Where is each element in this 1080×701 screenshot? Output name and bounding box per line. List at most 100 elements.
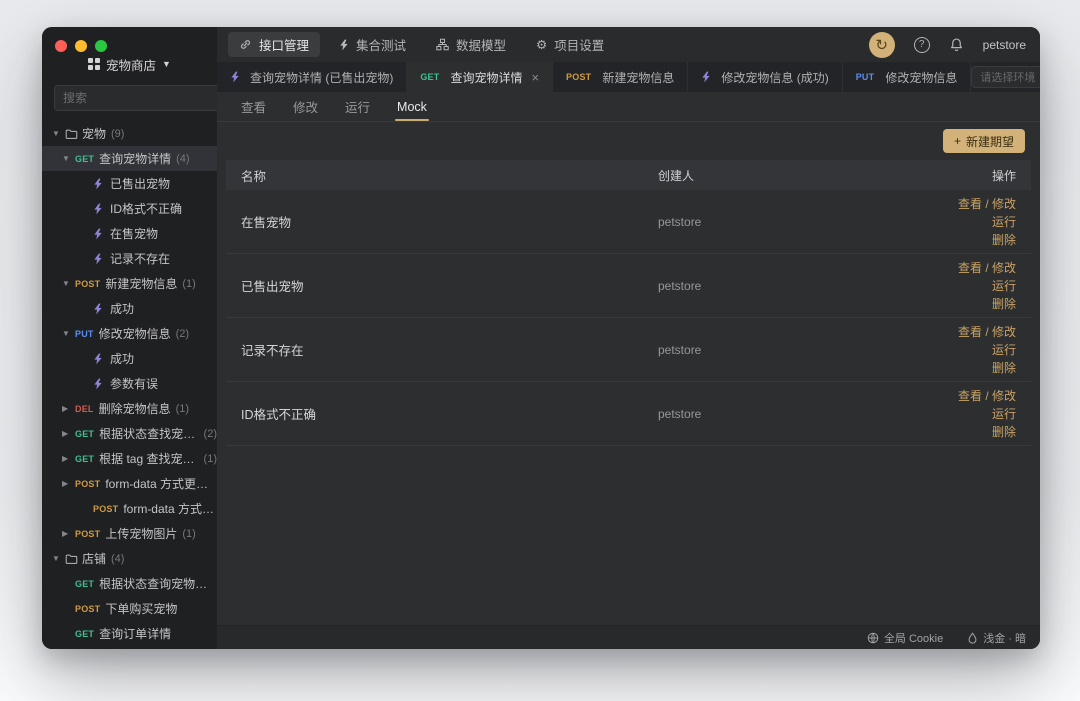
delete-link[interactable]: 删除	[992, 359, 1016, 377]
run-link[interactable]: 运行	[992, 405, 1016, 423]
delete-link[interactable]: 删除	[992, 423, 1016, 441]
tree-item[interactable]: 成功	[42, 346, 217, 371]
tree-item-label: 店铺	[82, 550, 106, 567]
tree-item-label: 查询订单详情	[99, 625, 171, 642]
nav-item-gear[interactable]: ⚙项目设置	[525, 32, 615, 57]
subtab-运行[interactable]: 运行	[345, 92, 370, 121]
environment-placeholder: 请选择环境	[980, 69, 1035, 85]
tree-item[interactable]: GET根据状态查询宠物库存数	[42, 571, 217, 596]
row-actions: 查看 / 修改运行删除	[886, 323, 1016, 377]
close-window-button[interactable]	[55, 40, 67, 52]
tree-item[interactable]: ▼宠物(9)	[42, 121, 217, 146]
tab-查询宠物详情[interactable]: GET查询宠物详情×	[407, 62, 553, 92]
tree-item-label: form-data 方式更新宠物信息	[123, 500, 217, 517]
tree-item[interactable]: 成功	[42, 296, 217, 321]
caret-down-icon: ▼	[162, 59, 171, 69]
lightning-icon	[93, 378, 110, 390]
tab-查询宠物详情 (已售出宠物)[interactable]: 查询宠物详情 (已售出宠物)	[217, 62, 407, 92]
nav-item-link[interactable]: 接口管理	[228, 32, 320, 57]
delete-link[interactable]: 删除	[992, 231, 1016, 249]
tree-item[interactable]: 已售出宠物	[42, 171, 217, 196]
project-name: 宠物商店	[106, 55, 156, 74]
tree-item[interactable]: ID格式不正确	[42, 196, 217, 221]
close-icon[interactable]: ×	[531, 70, 539, 85]
method-tag: GET	[75, 454, 94, 464]
expand-arrow-icon[interactable]: ▶	[62, 529, 75, 538]
tree-item[interactable]: POST下单购买宠物	[42, 596, 217, 621]
tab-label: 修改宠物信息	[885, 69, 957, 86]
nav-item-label: 集合测试	[356, 35, 406, 54]
tree-item-count: (1)	[204, 453, 217, 465]
project-switcher[interactable]: 宠物商店 ▼	[42, 52, 217, 76]
run-link[interactable]: 运行	[992, 277, 1016, 295]
tab-修改宠物信息 (成功)[interactable]: 修改宠物信息 (成功)	[688, 62, 842, 92]
help-button[interactable]: ?	[914, 37, 930, 53]
nav-item-label: 数据模型	[456, 35, 506, 54]
tree-item[interactable]: ▼店铺(4)	[42, 546, 217, 571]
tree-item[interactable]: ▶DEL删除宠物信息(1)	[42, 396, 217, 421]
expand-arrow-icon[interactable]: ▶	[62, 454, 75, 463]
view-edit-link[interactable]: 查看 / 修改	[958, 195, 1016, 213]
notifications-button[interactable]	[949, 37, 964, 52]
expand-arrow-icon[interactable]: ▼	[52, 129, 65, 138]
tab-新建宠物信息[interactable]: POST新建宠物信息	[553, 62, 688, 92]
plus-icon: +	[954, 134, 961, 148]
tree-item[interactable]: POSTform-data 方式更新宠物信息	[42, 496, 217, 521]
tree-item[interactable]: ▶POST上传宠物图片(1)	[42, 521, 217, 546]
view-edit-link[interactable]: 查看 / 修改	[958, 323, 1016, 341]
row-actions: 查看 / 修改运行删除	[886, 387, 1016, 441]
grid-icon	[88, 58, 100, 70]
tree-item[interactable]: ▶GET根据状态查找宠物列表(2)	[42, 421, 217, 446]
environment-zone: 请选择环境 ∨ ⚙	[971, 62, 1040, 92]
tree-item[interactable]: ▼PUT修改宠物信息(2)	[42, 321, 217, 346]
tree-item[interactable]: GET 查询订单详情	[42, 621, 217, 646]
expand-arrow-icon[interactable]: ▼	[62, 154, 75, 163]
minimize-window-button[interactable]	[75, 40, 87, 52]
tree-item-count: (4)	[176, 153, 189, 165]
tab-label: 修改宠物信息 (成功)	[721, 69, 828, 86]
tree-item[interactable]: DEL删除订单	[42, 646, 217, 649]
endpoint-subtabs: 查看修改运行 Mock	[217, 92, 1040, 122]
method-tag: POST	[75, 479, 100, 489]
subtab-Mock[interactable]: Mock	[397, 92, 427, 121]
nav-item-label: 项目设置	[554, 35, 604, 54]
tree-item[interactable]: 记录不存在	[42, 246, 217, 271]
search-input[interactable]	[54, 85, 217, 111]
method-tag: PUT	[856, 72, 875, 82]
environment-select[interactable]: 请选择环境 ∨	[971, 66, 1040, 88]
tree-item[interactable]: ▶GET根据 tag 查找宠物列表(1)	[42, 446, 217, 471]
expand-arrow-icon[interactable]: ▶	[62, 404, 75, 413]
subtab-修改[interactable]: 修改	[293, 92, 318, 121]
expand-arrow-icon[interactable]: ▶	[62, 429, 75, 438]
tab-修改宠物信息[interactable]: PUT 修改宠物信息	[843, 62, 972, 92]
theme-switcher[interactable]: 浅金 · 暗	[967, 630, 1026, 646]
tree-item[interactable]: 参数有误	[42, 371, 217, 396]
global-cookie-button[interactable]: 全局 Cookie	[867, 630, 943, 646]
user-menu[interactable]: petstore	[983, 38, 1026, 52]
tree-item[interactable]: ▶POSTform-data 方式更新宠物信息	[42, 471, 217, 496]
sync-button[interactable]: ↻	[869, 32, 895, 58]
view-edit-link[interactable]: 查看 / 修改	[958, 387, 1016, 405]
link-icon	[239, 38, 252, 51]
expand-arrow-icon[interactable]: ▶	[62, 479, 75, 488]
nav-item-model[interactable]: 数据模型	[425, 32, 517, 57]
subtab-查看[interactable]: 查看	[241, 92, 266, 121]
tab-bar: 查询宠物详情 (已售出宠物)GET查询宠物详情×POST新建宠物信息 修改宠物信息…	[217, 62, 1040, 92]
expand-arrow-icon[interactable]: ▼	[62, 329, 75, 338]
tree-item-label: 根据状态查找宠物列表	[99, 425, 198, 442]
zoom-window-button[interactable]	[95, 40, 107, 52]
delete-link[interactable]: 删除	[992, 295, 1016, 313]
tree-item[interactable]: ▼POST新建宠物信息(1)	[42, 271, 217, 296]
nav-item-lightning[interactable]: 集合测试	[328, 32, 417, 57]
expand-arrow-icon[interactable]: ▼	[52, 554, 65, 563]
new-expectation-button[interactable]: + 新建期望	[943, 129, 1025, 153]
run-link[interactable]: 运行	[992, 213, 1016, 231]
view-edit-link[interactable]: 查看 / 修改	[958, 259, 1016, 277]
method-tag: GET	[75, 629, 94, 639]
method-tag: GET	[75, 579, 94, 589]
run-link[interactable]: 运行	[992, 341, 1016, 359]
tree-item[interactable]: 在售宠物	[42, 221, 217, 246]
expand-arrow-icon[interactable]: ▼	[62, 279, 75, 288]
tree-item[interactable]: ▼GET查询宠物详情(4)	[42, 146, 217, 171]
folder-icon	[65, 553, 82, 565]
